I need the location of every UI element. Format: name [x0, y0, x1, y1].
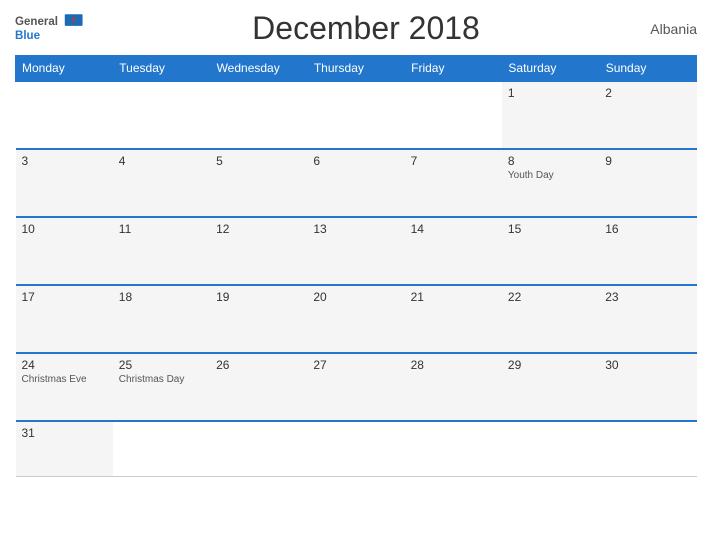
calendar-week-row: 10 11 12 13 14 15 16	[16, 217, 697, 285]
header-friday: Friday	[405, 56, 502, 82]
calendar-day-cell: 31	[16, 421, 113, 476]
logo: General Blue	[15, 11, 95, 46]
day-number: 21	[411, 290, 496, 304]
day-number: 4	[119, 154, 204, 168]
day-number: 23	[605, 290, 690, 304]
day-number: 28	[411, 358, 496, 372]
calendar-day-cell: 8 Youth Day	[502, 149, 599, 217]
calendar-day-cell	[405, 421, 502, 476]
calendar-day-cell: 15	[502, 217, 599, 285]
calendar-container: General Blue December 2018 Albania Monda…	[0, 0, 712, 550]
calendar-day-cell: 21	[405, 285, 502, 353]
calendar-day-cell: 3	[16, 149, 113, 217]
day-number: 6	[313, 154, 398, 168]
day-number: 15	[508, 222, 593, 236]
holiday-label: Christmas Eve	[22, 374, 107, 385]
calendar-day-cell: 11	[113, 217, 210, 285]
header-tuesday: Tuesday	[113, 56, 210, 82]
calendar-week-row: 12	[16, 81, 697, 149]
day-number: 26	[216, 358, 301, 372]
header-thursday: Thursday	[307, 56, 404, 82]
day-number: 27	[313, 358, 398, 372]
day-number: 7	[411, 154, 496, 168]
day-number: 22	[508, 290, 593, 304]
header-monday: Monday	[16, 56, 113, 82]
calendar-day-cell: 19	[210, 285, 307, 353]
calendar-day-cell: 13	[307, 217, 404, 285]
calendar-day-cell: 17	[16, 285, 113, 353]
calendar-day-cell: 28	[405, 353, 502, 421]
calendar-day-cell: 5	[210, 149, 307, 217]
calendar-day-cell: 22	[502, 285, 599, 353]
day-number: 25	[119, 358, 204, 372]
calendar-day-cell	[210, 81, 307, 149]
calendar-week-row: 24 Christmas Eve 25 Christmas Day 26 27 28 29 30	[16, 353, 697, 421]
calendar-day-cell	[113, 81, 210, 149]
country-label: Albania	[637, 21, 697, 37]
holiday-label: Christmas Day	[119, 374, 204, 385]
calendar-table: Monday Tuesday Wednesday Thursday Friday…	[15, 55, 697, 477]
calendar-day-cell: 2	[599, 81, 696, 149]
day-number: 3	[22, 154, 107, 168]
weekday-header-row: Monday Tuesday Wednesday Thursday Friday…	[16, 56, 697, 82]
calendar-day-cell: 9	[599, 149, 696, 217]
calendar-day-cell	[405, 81, 502, 149]
calendar-day-cell	[307, 421, 404, 476]
day-number: 16	[605, 222, 690, 236]
calendar-day-cell: 25 Christmas Day	[113, 353, 210, 421]
day-number: 11	[119, 222, 204, 236]
day-number: 10	[22, 222, 107, 236]
month-title: December 2018	[95, 10, 637, 47]
day-number: 20	[313, 290, 398, 304]
day-number: 29	[508, 358, 593, 372]
calendar-day-cell: 26	[210, 353, 307, 421]
calendar-day-cell: 1	[502, 81, 599, 149]
svg-text:Blue: Blue	[15, 30, 41, 42]
day-number: 9	[605, 154, 690, 168]
day-number: 31	[22, 426, 107, 440]
calendar-week-row: 31	[16, 421, 697, 476]
header-sunday: Sunday	[599, 56, 696, 82]
calendar-day-cell	[599, 421, 696, 476]
day-number: 19	[216, 290, 301, 304]
calendar-day-cell	[210, 421, 307, 476]
calendar-week-row: 345678 Youth Day 9	[16, 149, 697, 217]
day-number: 17	[22, 290, 107, 304]
header-wednesday: Wednesday	[210, 56, 307, 82]
calendar-day-cell	[307, 81, 404, 149]
day-number: 18	[119, 290, 204, 304]
calendar-day-cell: 4	[113, 149, 210, 217]
calendar-day-cell	[502, 421, 599, 476]
calendar-header: General Blue December 2018 Albania	[15, 10, 697, 47]
calendar-day-cell	[16, 81, 113, 149]
day-number: 5	[216, 154, 301, 168]
calendar-day-cell	[113, 421, 210, 476]
calendar-day-cell: 18	[113, 285, 210, 353]
calendar-day-cell: 16	[599, 217, 696, 285]
day-number: 12	[216, 222, 301, 236]
calendar-day-cell: 23	[599, 285, 696, 353]
calendar-day-cell: 30	[599, 353, 696, 421]
calendar-week-row: 17 18 19 20 21 22 23	[16, 285, 697, 353]
day-number: 8	[508, 154, 593, 168]
calendar-day-cell: 6	[307, 149, 404, 217]
calendar-day-cell: 24 Christmas Eve	[16, 353, 113, 421]
day-number: 13	[313, 222, 398, 236]
calendar-day-cell: 29	[502, 353, 599, 421]
holiday-label: Youth Day	[508, 170, 593, 181]
calendar-day-cell: 12	[210, 217, 307, 285]
day-number: 30	[605, 358, 690, 372]
svg-text:General: General	[15, 16, 58, 28]
day-number: 24	[22, 358, 107, 372]
calendar-day-cell: 20	[307, 285, 404, 353]
day-number: 1	[508, 86, 593, 100]
calendar-day-cell: 27	[307, 353, 404, 421]
calendar-day-cell: 7	[405, 149, 502, 217]
day-number: 14	[411, 222, 496, 236]
calendar-day-cell: 10	[16, 217, 113, 285]
calendar-day-cell: 14	[405, 217, 502, 285]
header-saturday: Saturday	[502, 56, 599, 82]
day-number: 2	[605, 86, 690, 100]
